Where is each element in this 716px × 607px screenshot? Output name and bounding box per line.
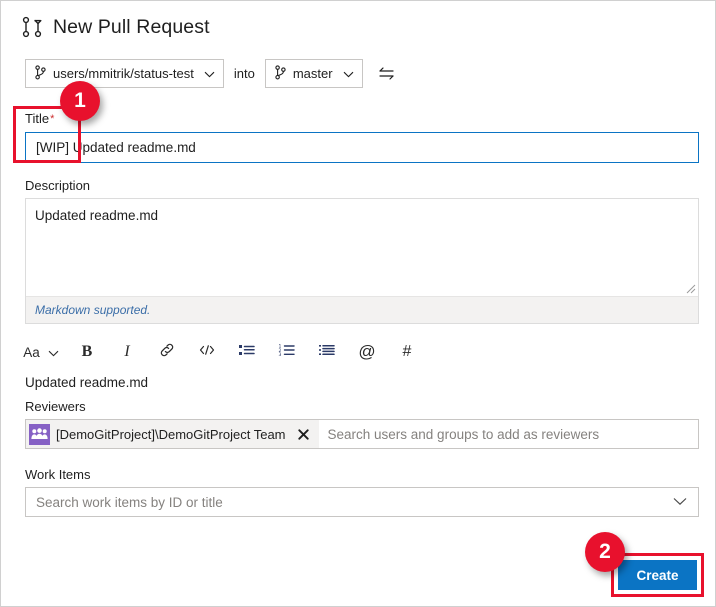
numbered-list-button[interactable]: 1 2 3 <box>273 338 301 366</box>
work-items-placeholder: Search work items by ID or title <box>36 494 223 510</box>
numbered-list-icon: 1 2 3 <box>278 343 296 362</box>
hashtag-button[interactable]: # <box>393 338 421 366</box>
bulleted-list-icon <box>238 343 256 362</box>
target-branch-label: master <box>292 66 333 81</box>
font-size-label: Aa <box>23 344 40 360</box>
chevron-down-icon <box>45 345 59 360</box>
work-items-label: Work Items <box>25 467 91 482</box>
team-avatar-icon <box>29 423 50 445</box>
source-branch-dropdown[interactable]: users/mmitrik/status-test <box>25 59 224 88</box>
reviewers-label: Reviewers <box>25 399 86 414</box>
description-preview-text: Updated readme.md <box>25 375 149 390</box>
reviewer-chip-label: [DemoGitProject]\DemoGitProject Team <box>56 426 286 442</box>
page-title: New Pull Request <box>53 15 210 38</box>
reviewer-chip[interactable]: [DemoGitProject]\DemoGitProject Team <box>26 420 319 448</box>
markdown-supported-bar: Markdown supported. <box>26 296 698 323</box>
markdown-supported-link[interactable]: Markdown supported. <box>35 303 150 317</box>
reviewers-input[interactable]: [DemoGitProject]\DemoGitProject Team Sea… <box>25 419 699 449</box>
into-label: into <box>233 66 255 81</box>
format-toolbar: Aa B I 1 2 3 @ # <box>21 338 421 366</box>
description-label: Description <box>25 178 91 193</box>
chevron-down-icon <box>340 66 354 81</box>
close-icon[interactable] <box>293 423 315 445</box>
git-branch-icon <box>35 64 46 83</box>
link-icon <box>158 341 176 364</box>
resize-handle-icon[interactable] <box>686 281 696 294</box>
code-button[interactable] <box>193 338 221 366</box>
font-size-button[interactable]: Aa <box>21 338 61 366</box>
description-textarea[interactable]: Updated readme.md Markdown supported. <box>25 198 699 324</box>
create-button[interactable]: Create <box>618 560 697 590</box>
required-marker: * <box>50 113 55 125</box>
target-branch-dropdown[interactable]: master <box>264 59 363 88</box>
code-icon <box>198 343 216 362</box>
bulleted-list-button[interactable] <box>233 338 261 366</box>
chevron-down-icon <box>201 66 215 81</box>
title-label-text: Title <box>25 111 50 126</box>
italic-button[interactable]: I <box>113 338 141 366</box>
svg-text:3: 3 <box>279 352 282 357</box>
task-list-button[interactable] <box>313 338 341 366</box>
chevron-down-icon[interactable] <box>673 493 687 511</box>
reviewers-placeholder: Search users and groups to add as review… <box>327 426 600 442</box>
swap-branches-icon[interactable] <box>377 64 397 84</box>
page-header: New Pull Request <box>21 15 210 39</box>
link-button[interactable] <box>153 338 181 366</box>
pull-request-icon <box>21 15 43 39</box>
git-branch-icon <box>275 64 286 83</box>
bold-button[interactable]: B <box>73 338 101 366</box>
source-branch-label: users/mmitrik/status-test <box>53 66 194 81</box>
annotation-badge-1: 1 <box>60 81 100 121</box>
description-value: Updated readme.md <box>35 208 159 223</box>
annotation-badge-2: 2 <box>585 532 625 572</box>
task-list-icon <box>318 343 336 362</box>
title-label: Title* <box>25 111 54 126</box>
title-input[interactable] <box>25 132 699 163</box>
work-items-input[interactable]: Search work items by ID or title <box>25 487 699 517</box>
new-pull-request-page: New Pull Request users/mmitrik/status-te… <box>0 0 716 607</box>
mention-button[interactable]: @ <box>353 338 381 366</box>
